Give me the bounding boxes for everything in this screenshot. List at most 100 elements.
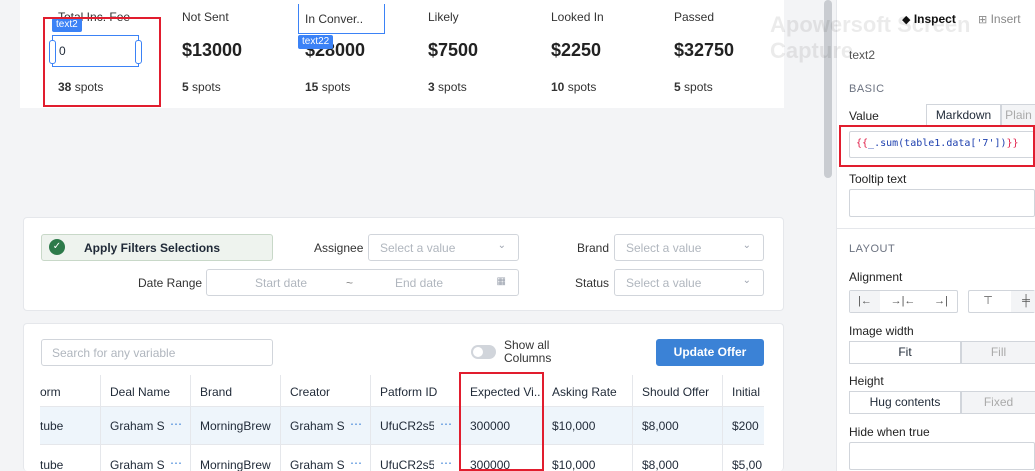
highlight-box xyxy=(839,125,1035,167)
search-input[interactable]: Search for any variable xyxy=(41,339,273,366)
search-placeholder: Search for any variable xyxy=(52,346,176,360)
stat-amount: $2250 xyxy=(551,40,602,60)
align-middle-icon[interactable]: ╪ xyxy=(1011,291,1035,312)
show-all-columns-toggle[interactable] xyxy=(471,345,496,359)
more-icon[interactable]: ⋯ xyxy=(440,417,452,431)
divider xyxy=(837,228,1035,229)
chevron-down-icon: ⌄ xyxy=(497,240,506,251)
cell: UfuCR2s5 xyxy=(380,458,434,471)
column-header[interactable]: Asking Rate xyxy=(552,385,630,399)
cell: $10,000 xyxy=(552,419,596,433)
column-header[interactable]: Should Offer xyxy=(642,385,720,399)
stat-spots: 10 spots xyxy=(551,80,597,94)
date-range-label: Date Range xyxy=(138,276,203,290)
basic-section-header[interactable]: BASIC xyxy=(849,83,885,95)
more-icon[interactable]: ⋯ xyxy=(170,456,182,470)
align-top-icon[interactable]: ⊤ xyxy=(973,291,1003,312)
column-header[interactable]: Brand xyxy=(200,385,278,399)
align-left-icon[interactable]: |← xyxy=(850,291,880,312)
chevron-down-icon: ⌄ xyxy=(742,240,751,251)
scrollbar-thumb[interactable] xyxy=(824,0,832,178)
cell: $8,000 xyxy=(642,419,679,433)
date-range-picker[interactable]: Start date ~ End date ▦ xyxy=(206,269,519,296)
align-right-icon[interactable]: →| xyxy=(926,291,956,312)
image-width-label: Image width xyxy=(849,324,914,338)
vertical-align-group: ⊤ ╪ xyxy=(968,290,1035,313)
cell: MorningBrew xyxy=(200,458,271,471)
cell: MorningBrew xyxy=(200,419,271,433)
check-icon: ✓ xyxy=(49,239,65,255)
stat-label: Passed xyxy=(674,10,715,24)
stat-spots: 3 spots xyxy=(428,80,467,94)
stat-label: Looked In xyxy=(551,10,604,24)
align-center-icon[interactable]: →|← xyxy=(888,291,918,312)
cell: tube xyxy=(40,419,64,433)
cell: Graham St xyxy=(290,419,344,433)
end-date-placeholder: End date xyxy=(395,276,444,290)
cell: $200 xyxy=(732,419,759,433)
layers-icon: ◆ xyxy=(902,14,911,26)
more-icon[interactable]: ⋯ xyxy=(170,417,182,431)
assignee-select[interactable]: Select a value ⌄ xyxy=(368,234,519,261)
cell: UfuCR2s5 xyxy=(380,419,434,433)
height-label: Height xyxy=(849,374,884,388)
filter-card xyxy=(23,217,784,311)
column-header[interactable]: Initial O xyxy=(732,385,764,399)
cell: Graham St xyxy=(110,419,164,433)
more-icon[interactable]: ⋯ xyxy=(350,456,362,470)
selected-text-component[interactable]: In Conver.. xyxy=(298,4,385,34)
fit-button[interactable]: Fit xyxy=(849,341,961,364)
insert-icon: ⊞ xyxy=(978,14,988,26)
hide-when-input[interactable] xyxy=(849,442,1035,470)
more-icon[interactable]: ⋯ xyxy=(440,456,452,470)
data-table: orm Deal Name Brand Creator Patform ID E… xyxy=(40,375,764,471)
stat-amount: $32750 xyxy=(674,40,735,60)
stat-amount: $13000 xyxy=(182,40,243,60)
fill-button[interactable]: Fill xyxy=(961,341,1035,364)
cell: $8,000 xyxy=(642,458,679,471)
select-placeholder: Select a value xyxy=(626,241,702,255)
component-tag[interactable]: text22 xyxy=(298,35,334,49)
component-name[interactable]: text2 xyxy=(849,48,875,62)
plain-mode-button[interactable]: Plain xyxy=(1001,104,1035,127)
start-date-placeholder: Start date xyxy=(255,276,308,290)
alignment-label: Alignment xyxy=(849,270,903,284)
column-header[interactable]: Patform ID xyxy=(380,385,458,399)
show-all-columns-label: Show all Columns xyxy=(504,338,552,365)
horizontal-align-group: |← →|← →| xyxy=(849,290,958,313)
brand-label: Brand xyxy=(577,241,610,255)
column-header[interactable]: Creator xyxy=(290,385,368,399)
cell: $10,000 xyxy=(552,458,596,471)
stat-spots: 15 spots xyxy=(305,80,351,94)
chevron-down-icon: ⌄ xyxy=(742,275,751,286)
range-separator: ~ xyxy=(346,276,354,290)
status-label: Status xyxy=(575,276,610,290)
calendar-icon: ▦ xyxy=(496,276,506,287)
stat-amount: $7500 xyxy=(428,40,479,60)
stat-label: Not Sent xyxy=(182,10,229,24)
apply-filters-label: Apply Filters Selections xyxy=(84,241,221,255)
markdown-mode-button[interactable]: Markdown xyxy=(926,104,1001,127)
stat-spots: 5 spots xyxy=(182,80,221,94)
assignee-label: Assignee xyxy=(314,241,364,255)
tab-insert[interactable]: ⊞ Insert xyxy=(978,12,1021,26)
highlight-box xyxy=(459,372,544,471)
update-offer-button[interactable]: Update Offer xyxy=(656,339,764,366)
column-header[interactable]: Deal Name xyxy=(110,385,188,399)
column-header[interactable]: orm xyxy=(40,385,98,399)
app-canvas: Total Inc. Fee 38 spots Not Sent $13000 … xyxy=(0,0,806,471)
status-select[interactable]: Select a value ⌄ xyxy=(614,269,764,296)
tooltip-label: Tooltip text xyxy=(849,172,907,186)
stat-label: Likely xyxy=(428,10,459,24)
stat-spots: 5 spots xyxy=(674,80,713,94)
more-icon[interactable]: ⋯ xyxy=(350,417,362,431)
brand-select[interactable]: Select a value ⌄ xyxy=(614,234,764,261)
layout-section-header[interactable]: LAYOUT xyxy=(849,243,895,255)
tooltip-input[interactable] xyxy=(849,189,1035,217)
cell: $5,00 xyxy=(732,458,763,471)
fixed-button[interactable]: Fixed xyxy=(961,391,1035,414)
tab-inspect[interactable]: ◆ Inspect xyxy=(902,12,956,26)
highlight-box xyxy=(43,17,161,107)
hug-contents-button[interactable]: Hug contents xyxy=(849,391,961,414)
select-placeholder: Select a value xyxy=(380,241,456,255)
